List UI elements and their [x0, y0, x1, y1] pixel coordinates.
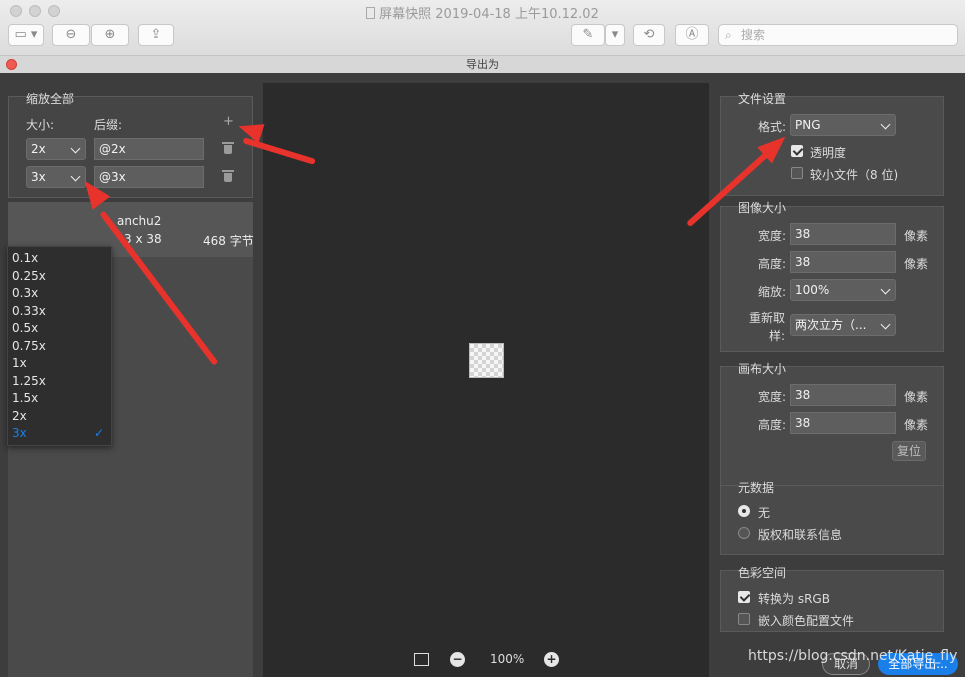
size-column-header: 大小: [26, 118, 55, 132]
dropdown-option[interactable]: 0.5x [12, 321, 38, 335]
transparency-label: 透明度 [810, 146, 847, 160]
export-dialog: 导出为 缩放全部 大小: 后缀: + 2x @2x 3x @3x anchu2 … [0, 56, 965, 677]
sidebar-icon: ▭ ▾ [14, 27, 38, 42]
trash-icon[interactable] [222, 142, 234, 154]
image-preview [469, 343, 504, 378]
suffix-column-header: 后缀: [94, 118, 123, 132]
checkmark-icon: ✓ [94, 426, 105, 440]
chevron-down-icon [880, 119, 891, 130]
chevron-down-icon [880, 319, 891, 330]
rotate-icon: ⟲ [643, 27, 655, 42]
sidebar-toggle-button[interactable]: ▭ ▾ [8, 24, 44, 46]
resample-label: 重新取 [749, 311, 786, 325]
resample-label-cont: 样: [769, 329, 786, 343]
document-icon [366, 7, 376, 19]
zoom-out-icon: ⊖ [65, 27, 77, 42]
zoom-in-button[interactable]: ⊕ [91, 24, 129, 46]
add-scale-button[interactable]: + [223, 114, 234, 129]
dropdown-option[interactable]: 0.3x [12, 286, 38, 300]
chevron-down-icon [70, 143, 81, 154]
file-name: anchu2 [117, 214, 162, 228]
image-height-input[interactable]: 38 [790, 251, 896, 273]
canvas-width-input[interactable]: 38 [790, 384, 896, 406]
search-input[interactable]: ⌕ 搜索 [718, 24, 958, 46]
preview-canvas: − 100% + [263, 83, 709, 677]
convert-srgb-label: 转换为 sRGB [758, 592, 830, 606]
canvas-size-title: 画布大小 [738, 362, 787, 376]
image-width-input[interactable]: 38 [790, 223, 896, 245]
metadata-none-radio[interactable] [738, 505, 750, 517]
annotate-button[interactable]: Ⓐ [675, 24, 709, 46]
metadata-none-label: 无 [758, 506, 771, 520]
dropdown-option[interactable]: 0.75x [12, 339, 46, 353]
smaller-file-checkbox[interactable] [791, 167, 803, 179]
canvas-height-label: 高度: [758, 418, 787, 432]
dropdown-option[interactable]: 1.25x [12, 374, 46, 388]
image-width-unit: 像素 [904, 229, 929, 243]
color-space-title: 色彩空间 [738, 566, 787, 580]
dropdown-option[interactable]: 2x [12, 409, 27, 423]
zoom-level: 100% [490, 652, 525, 666]
scale-dropdown-menu: 0.1x 0.25x 0.3x 0.33x 0.5x 0.75x 1x 1.25x 1.5x 2x… [7, 246, 112, 446]
trash-icon[interactable] [222, 170, 234, 182]
chevron-down-icon: ▾ [611, 27, 619, 42]
convert-srgb-checkbox[interactable] [738, 591, 750, 603]
metadata-copyright-label: 版权和联系信息 [758, 528, 843, 542]
search-icon: ⌕ [725, 28, 732, 42]
scale-label: 缩放: [758, 285, 787, 299]
zoom-out-icon[interactable]: − [450, 652, 465, 667]
scale-size-select-1[interactable]: 2x [26, 138, 86, 160]
dialog-close-button[interactable] [6, 59, 17, 70]
smaller-file-label: 较小文件（8 位) [810, 168, 899, 182]
zoom-out-button[interactable]: ⊖ [52, 24, 90, 46]
dropdown-option[interactable]: 3x ✓ [12, 426, 104, 440]
dropdown-option[interactable]: 0.1x [12, 251, 38, 265]
dropdown-option[interactable]: 1.5x [12, 391, 38, 405]
dropdown-option[interactable]: 0.33x [12, 304, 46, 318]
zoom-in-icon: ⊕ [104, 27, 116, 42]
metadata-copyright-radio[interactable] [738, 527, 750, 539]
window-title: 屏幕快照 2019-04-18 上午10.12.02 [0, 3, 965, 22]
zoom-in-icon[interactable]: + [544, 652, 559, 667]
file-size: 468 字节 [203, 234, 254, 248]
image-height-label: 高度: [758, 257, 787, 271]
resample-select[interactable]: 两次立方（... [790, 314, 896, 336]
window-titlebar: 屏幕快照 2019-04-18 上午10.12.02 ▭ ▾ ⊖ ⊕ ⇪ ✎ ▾… [0, 0, 965, 56]
image-size-title: 图像大小 [738, 201, 787, 215]
canvas-height-unit: 像素 [904, 418, 929, 432]
share-button[interactable]: ⇪ [138, 24, 174, 46]
watermark: https://blog.csdn.net/Katie_fly [748, 648, 958, 664]
share-icon: ⇪ [150, 27, 162, 42]
suffix-input-2[interactable]: @3x [94, 166, 204, 188]
scale-size-select-2[interactable]: 3x [26, 166, 86, 188]
dropdown-option[interactable]: 1x [12, 356, 27, 370]
markup-pen-button[interactable]: ✎ [571, 24, 605, 46]
format-select[interactable]: PNG [790, 114, 896, 136]
canvas-height-input[interactable]: 38 [790, 412, 896, 434]
image-width-label: 宽度: [758, 229, 787, 243]
scale-select[interactable]: 100% [790, 279, 896, 301]
fit-to-window-icon[interactable] [414, 653, 429, 666]
embed-profile-label: 嵌入颜色配置文件 [758, 614, 855, 628]
scale-panel-title: 缩放全部 [26, 92, 75, 106]
canvas-width-label: 宽度: [758, 390, 787, 404]
markup-menu-button[interactable]: ▾ [605, 24, 625, 46]
annotate-icon: Ⓐ [685, 27, 699, 42]
file-settings-title: 文件设置 [738, 92, 787, 106]
dialog-title: 导出为 [0, 56, 965, 73]
image-height-unit: 像素 [904, 257, 929, 271]
suffix-input-1[interactable]: @2x [94, 138, 204, 160]
metadata-title: 元数据 [738, 481, 775, 495]
transparency-checkbox[interactable] [791, 145, 803, 157]
canvas-width-unit: 像素 [904, 390, 929, 404]
dropdown-option[interactable]: 0.25x [12, 269, 46, 283]
pen-icon: ✎ [582, 27, 594, 42]
rotate-button[interactable]: ⟲ [633, 24, 665, 46]
chevron-down-icon [880, 284, 891, 295]
reset-button[interactable]: 复位 [892, 441, 926, 461]
embed-profile-checkbox[interactable] [738, 613, 750, 625]
chevron-down-icon [70, 171, 81, 182]
